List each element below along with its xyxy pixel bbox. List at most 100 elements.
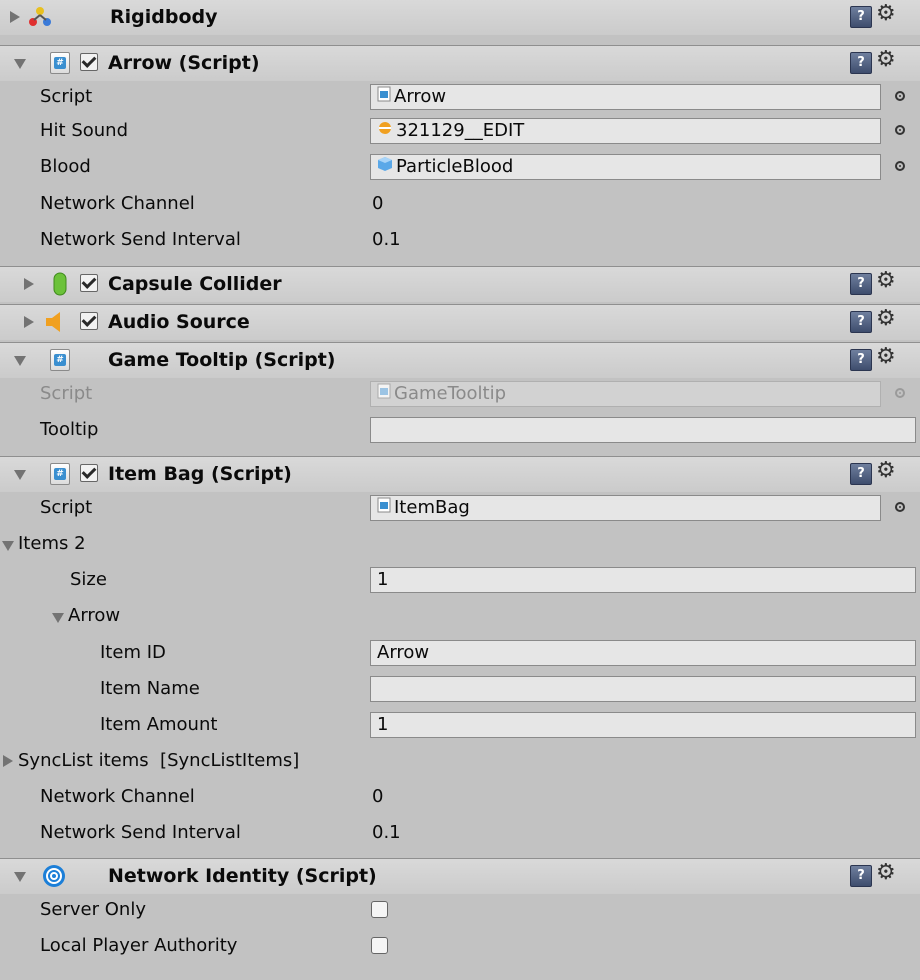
- component-title: Audio Source: [108, 311, 250, 333]
- audio-clip-icon: [377, 119, 393, 143]
- script-file-icon: [377, 85, 391, 109]
- help-book-icon[interactable]: ?: [850, 52, 872, 74]
- foldout-expanded-icon[interactable]: [2, 541, 14, 551]
- network-identity-header[interactable]: Network Identity (Script) ? ⚙: [0, 858, 920, 894]
- foldout-collapsed-icon[interactable]: [24, 316, 34, 328]
- gear-icon[interactable]: ⚙: [876, 306, 896, 331]
- audio-source-header[interactable]: Audio Source ? ⚙: [0, 304, 920, 340]
- item-bag-header[interactable]: # Item Bag (Script) ? ⚙: [0, 456, 920, 492]
- script-field-row: Script Arrow: [0, 80, 920, 115]
- server-only-checkbox[interactable]: [371, 901, 388, 918]
- script-field-row: Script ItemBag: [0, 491, 920, 526]
- local-player-authority-checkbox[interactable]: [371, 937, 388, 954]
- item-name-text-field[interactable]: [370, 676, 916, 702]
- component-title: Arrow (Script): [108, 52, 260, 74]
- field-label: Network Send Interval: [40, 822, 241, 843]
- tooltip-text-field[interactable]: [370, 417, 916, 443]
- script-file-icon: [377, 382, 391, 406]
- field-label: Script: [40, 86, 93, 107]
- script-object-field[interactable]: Arrow: [370, 84, 881, 110]
- help-book-icon[interactable]: ?: [850, 349, 872, 371]
- network-channel-row: Network Channel 0: [0, 187, 920, 222]
- object-picker-icon[interactable]: [895, 161, 905, 171]
- script-object-field[interactable]: ItemBag: [370, 495, 881, 521]
- component-enabled-checkbox[interactable]: [80, 312, 98, 330]
- gear-icon[interactable]: ⚙: [876, 1, 896, 26]
- object-picker-icon[interactable]: [895, 125, 905, 135]
- tooltip-field-row: Tooltip: [0, 413, 920, 448]
- field-label: Network Channel: [40, 786, 195, 807]
- capsule-collider-header[interactable]: Capsule Collider ? ⚙: [0, 266, 920, 302]
- csharp-script-icon: #: [50, 463, 70, 485]
- field-value: ItemBag: [394, 497, 470, 518]
- item-id-text-field[interactable]: Arrow: [370, 640, 916, 666]
- audio-source-icon: [46, 312, 60, 332]
- item-id-field-row: Item ID Arrow: [0, 636, 920, 671]
- component-title: Capsule Collider: [108, 273, 282, 295]
- foldout-collapsed-icon[interactable]: [24, 278, 34, 290]
- field-label: Local Player Authority: [40, 935, 238, 956]
- size-int-field[interactable]: 1: [370, 567, 916, 593]
- field-label: Network Send Interval: [40, 229, 241, 250]
- element-foldout-label[interactable]: Arrow: [68, 605, 120, 626]
- field-label: Tooltip: [40, 419, 99, 440]
- foldout-collapsed-icon[interactable]: [3, 755, 13, 767]
- items-foldout-row[interactable]: Items 2: [0, 527, 920, 562]
- rigidbody-header[interactable]: Rigidbody ? ⚙: [0, 0, 920, 35]
- object-picker-icon[interactable]: [895, 502, 905, 512]
- network-send-interval-row: Network Send Interval 0.1: [0, 816, 920, 851]
- item-amount-int-field[interactable]: 1: [370, 712, 916, 738]
- capsule-collider-icon: [53, 272, 67, 296]
- gear-icon[interactable]: ⚙: [876, 344, 896, 369]
- foldout-expanded-icon[interactable]: [14, 872, 26, 882]
- size-field-row: Size 1: [0, 563, 920, 598]
- items-foldout-label[interactable]: Items 2: [18, 533, 86, 554]
- field-value: 0.1: [372, 822, 401, 843]
- csharp-script-icon: #: [50, 52, 70, 74]
- field-label: Script: [40, 497, 93, 518]
- synclist-foldout-label[interactable]: SyncList items [SyncListItems]: [18, 750, 299, 771]
- network-send-interval-row: Network Send Interval 0.1: [0, 223, 920, 258]
- help-book-icon[interactable]: ?: [850, 311, 872, 333]
- foldout-expanded-icon[interactable]: [14, 59, 26, 69]
- inspector-panel: Rigidbody ? ⚙ # Arrow (Script) ? ⚙ Scrip…: [0, 0, 920, 980]
- gear-icon[interactable]: ⚙: [876, 268, 896, 293]
- script-object-field: GameTooltip: [370, 381, 881, 407]
- field-value: 0.1: [372, 229, 401, 250]
- field-label: Blood: [40, 156, 91, 177]
- foldout-expanded-icon[interactable]: [14, 470, 26, 480]
- arrow-script-header[interactable]: # Arrow (Script) ? ⚙: [0, 45, 920, 81]
- field-value: GameTooltip: [394, 383, 507, 404]
- rigidbody-icon: [29, 7, 51, 26]
- item-name-field-row: Item Name: [0, 672, 920, 707]
- object-picker-icon[interactable]: [895, 91, 905, 101]
- help-book-icon[interactable]: ?: [850, 463, 872, 485]
- foldout-collapsed-icon[interactable]: [10, 11, 20, 23]
- gear-icon[interactable]: ⚙: [876, 860, 896, 885]
- blood-object-field[interactable]: ParticleBlood: [370, 154, 881, 180]
- component-enabled-checkbox[interactable]: [80, 53, 98, 71]
- help-book-icon[interactable]: ?: [850, 6, 872, 28]
- hit-sound-object-field[interactable]: 321129__EDIT: [370, 118, 881, 144]
- field-label: Hit Sound: [40, 120, 128, 141]
- field-value: 321129__EDIT: [396, 120, 525, 141]
- field-value: 0: [372, 193, 384, 214]
- game-tooltip-header[interactable]: # Game Tooltip (Script) ? ⚙: [0, 342, 920, 378]
- field-value: ParticleBlood: [396, 156, 514, 177]
- element-foldout-row[interactable]: Arrow: [0, 599, 920, 634]
- synclist-foldout-row[interactable]: SyncList items [SyncListItems]: [0, 744, 920, 779]
- gear-icon[interactable]: ⚙: [876, 47, 896, 72]
- component-enabled-checkbox[interactable]: [80, 274, 98, 292]
- item-amount-field-row: Item Amount 1: [0, 708, 920, 743]
- foldout-expanded-icon[interactable]: [14, 356, 26, 366]
- foldout-expanded-icon[interactable]: [52, 613, 64, 623]
- gear-icon[interactable]: ⚙: [876, 458, 896, 483]
- script-file-icon: [377, 496, 391, 520]
- help-book-icon[interactable]: ?: [850, 865, 872, 887]
- help-book-icon[interactable]: ?: [850, 273, 872, 295]
- component-enabled-checkbox[interactable]: [80, 464, 98, 482]
- server-only-row: Server Only: [0, 893, 920, 928]
- csharp-script-icon: #: [50, 349, 70, 371]
- field-value: 0: [372, 786, 384, 807]
- field-label: Item ID: [100, 642, 166, 663]
